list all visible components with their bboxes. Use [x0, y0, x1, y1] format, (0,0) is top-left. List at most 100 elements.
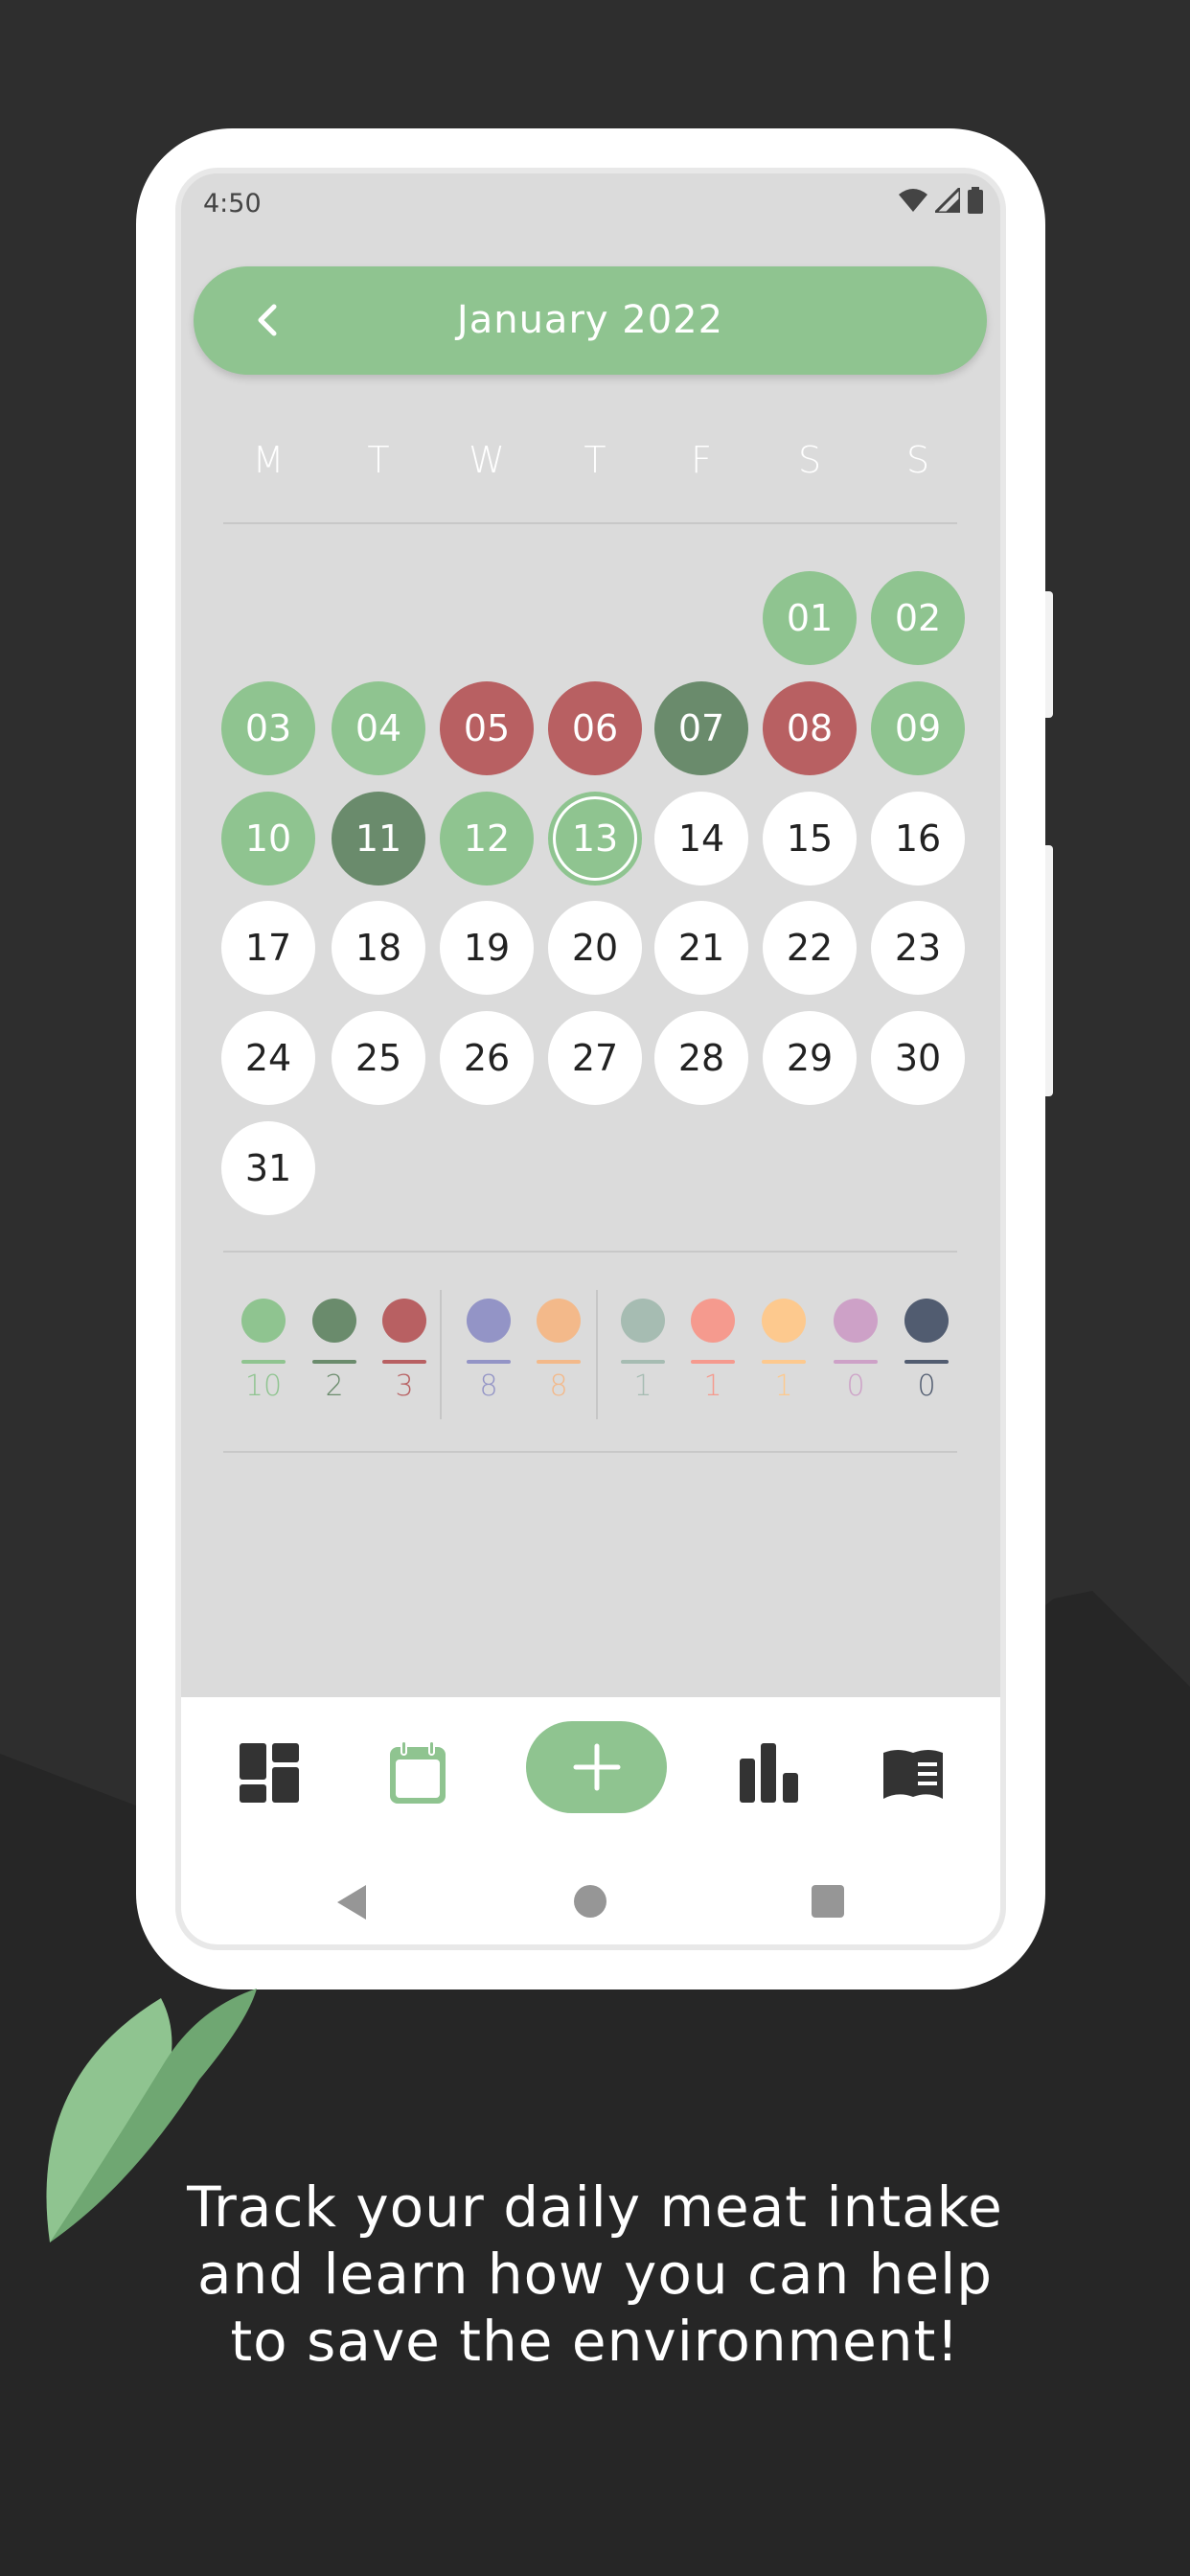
month-title: January 2022 — [456, 298, 724, 342]
tagline: Track your daily meat intake and learn h… — [0, 2174, 1190, 2375]
stat-bar — [537, 1360, 581, 1364]
stat-value: 1 — [633, 1369, 652, 1403]
status-icons — [899, 187, 983, 214]
chicken-icon — [762, 1299, 806, 1343]
milk-icon — [467, 1299, 511, 1343]
vegan-leaf-icon — [312, 1299, 356, 1343]
divider — [223, 1451, 957, 1453]
calendar-day[interactable]: 05 — [440, 681, 534, 775]
dashboard-icon[interactable] — [240, 1743, 299, 1803]
stat-bar — [241, 1360, 286, 1364]
tagline-line: to save the environment! — [230, 2309, 960, 2374]
stat-bar — [382, 1360, 426, 1364]
calendar-day[interactable]: 06 — [548, 681, 642, 775]
divider — [223, 1251, 957, 1253]
calendar-day[interactable]: 24 — [221, 1011, 315, 1105]
stat-bar — [904, 1360, 949, 1364]
bar-chart-icon[interactable] — [740, 1743, 799, 1803]
calendar-day[interactable]: 15 — [763, 792, 857, 886]
calendar-day[interactable]: 08 — [763, 681, 857, 775]
calendar-day[interactable]: 21 — [654, 901, 748, 995]
weekday-label: F — [691, 439, 712, 481]
system-back-icon[interactable] — [335, 1883, 370, 1921]
calendar-day[interactable]: 18 — [332, 901, 425, 995]
stat-sheep: 0 — [827, 1299, 884, 1403]
stat-cow: 1 — [684, 1299, 742, 1403]
calendar-day[interactable]: 12 — [440, 792, 534, 886]
pig-icon — [621, 1299, 665, 1343]
calendar-day[interactable]: 01 — [763, 571, 857, 665]
calendar-day[interactable]: 13 — [548, 792, 642, 886]
stat-value: 10 — [244, 1369, 283, 1403]
stat-meat-drumstick: 3 — [376, 1299, 433, 1403]
stat-vegan-leaf: 2 — [306, 1299, 363, 1403]
weekday-label: T — [367, 439, 390, 481]
tagline-line: and learn how you can help — [196, 2242, 994, 2307]
calendar-day[interactable]: 11 — [332, 792, 425, 886]
book-icon[interactable] — [883, 1749, 943, 1799]
stats-separator — [596, 1290, 598, 1419]
cow-icon — [691, 1299, 735, 1343]
stat-vegetarian: 10 — [235, 1299, 292, 1403]
weekday-label: W — [469, 439, 505, 481]
calendar-day[interactable]: 14 — [654, 792, 748, 886]
wifi-icon — [899, 189, 927, 212]
stat-value: 3 — [395, 1369, 414, 1403]
calendar-day[interactable]: 10 — [221, 792, 315, 886]
month-header: January 2022 — [194, 266, 987, 375]
stat-value: 8 — [479, 1369, 498, 1403]
stat-value: 0 — [917, 1369, 936, 1403]
calendar-day[interactable]: 28 — [654, 1011, 748, 1105]
stat-value: 0 — [846, 1369, 865, 1403]
phone-screen: 4:50 January 2022 MTWTFSS 01 02 03 04 05 06 07… — [175, 168, 1006, 1950]
signal-icon — [935, 188, 960, 213]
battery-icon — [968, 187, 983, 214]
divider — [223, 522, 957, 524]
weekday-label: S — [797, 439, 822, 481]
calendar-day[interactable]: 23 — [871, 901, 965, 995]
calendar-day[interactable]: 30 — [871, 1011, 965, 1105]
vegetarian-icon — [241, 1299, 286, 1343]
calendar-day[interactable]: 20 — [548, 901, 642, 995]
calendar-day[interactable]: 31 — [221, 1121, 315, 1215]
weekday-label: M — [252, 439, 285, 481]
stat-bar — [691, 1360, 735, 1364]
calendar-day[interactable]: 22 — [763, 901, 857, 995]
stat-chicken: 1 — [755, 1299, 812, 1403]
stat-value: 8 — [549, 1369, 568, 1403]
calendar-day[interactable]: 16 — [871, 792, 965, 886]
stat-egg: 8 — [530, 1299, 587, 1403]
stat-bar — [312, 1360, 356, 1364]
calendar-day[interactable]: 17 — [221, 901, 315, 995]
stat-bar — [621, 1360, 665, 1364]
stat-bar — [762, 1360, 806, 1364]
stat-milk: 8 — [460, 1299, 517, 1403]
stat-pig: 1 — [614, 1299, 672, 1403]
calendar-day[interactable]: 27 — [548, 1011, 642, 1105]
stat-bar — [467, 1360, 511, 1364]
weekday-label: T — [584, 439, 606, 481]
calendar-icon[interactable] — [389, 1741, 446, 1805]
status-time: 4:50 — [203, 189, 262, 218]
calendar-day[interactable]: 04 — [332, 681, 425, 775]
stat-value: 1 — [774, 1369, 793, 1403]
system-home-icon[interactable] — [574, 1885, 606, 1918]
meat-drumstick-icon — [382, 1299, 426, 1343]
add-entry-button[interactable] — [526, 1721, 667, 1813]
calendar-day[interactable]: 29 — [763, 1011, 857, 1105]
egg-icon — [537, 1299, 581, 1343]
calendar-day[interactable]: 07 — [654, 681, 748, 775]
calendar-day[interactable]: 03 — [221, 681, 315, 775]
calendar-day[interactable]: 26 — [440, 1011, 534, 1105]
weekday-label: S — [905, 439, 930, 481]
calendar-day[interactable]: 19 — [440, 901, 534, 995]
stats-separator — [440, 1290, 442, 1419]
calendar-day[interactable]: 02 — [871, 571, 965, 665]
stat-bar — [834, 1360, 878, 1364]
system-recents-icon[interactable] — [812, 1885, 844, 1918]
calendar-day[interactable]: 09 — [871, 681, 965, 775]
calendar-day[interactable]: 25 — [332, 1011, 425, 1105]
plus-icon — [573, 1743, 621, 1791]
stat-value: 2 — [325, 1369, 344, 1403]
sheep-icon — [834, 1299, 878, 1343]
